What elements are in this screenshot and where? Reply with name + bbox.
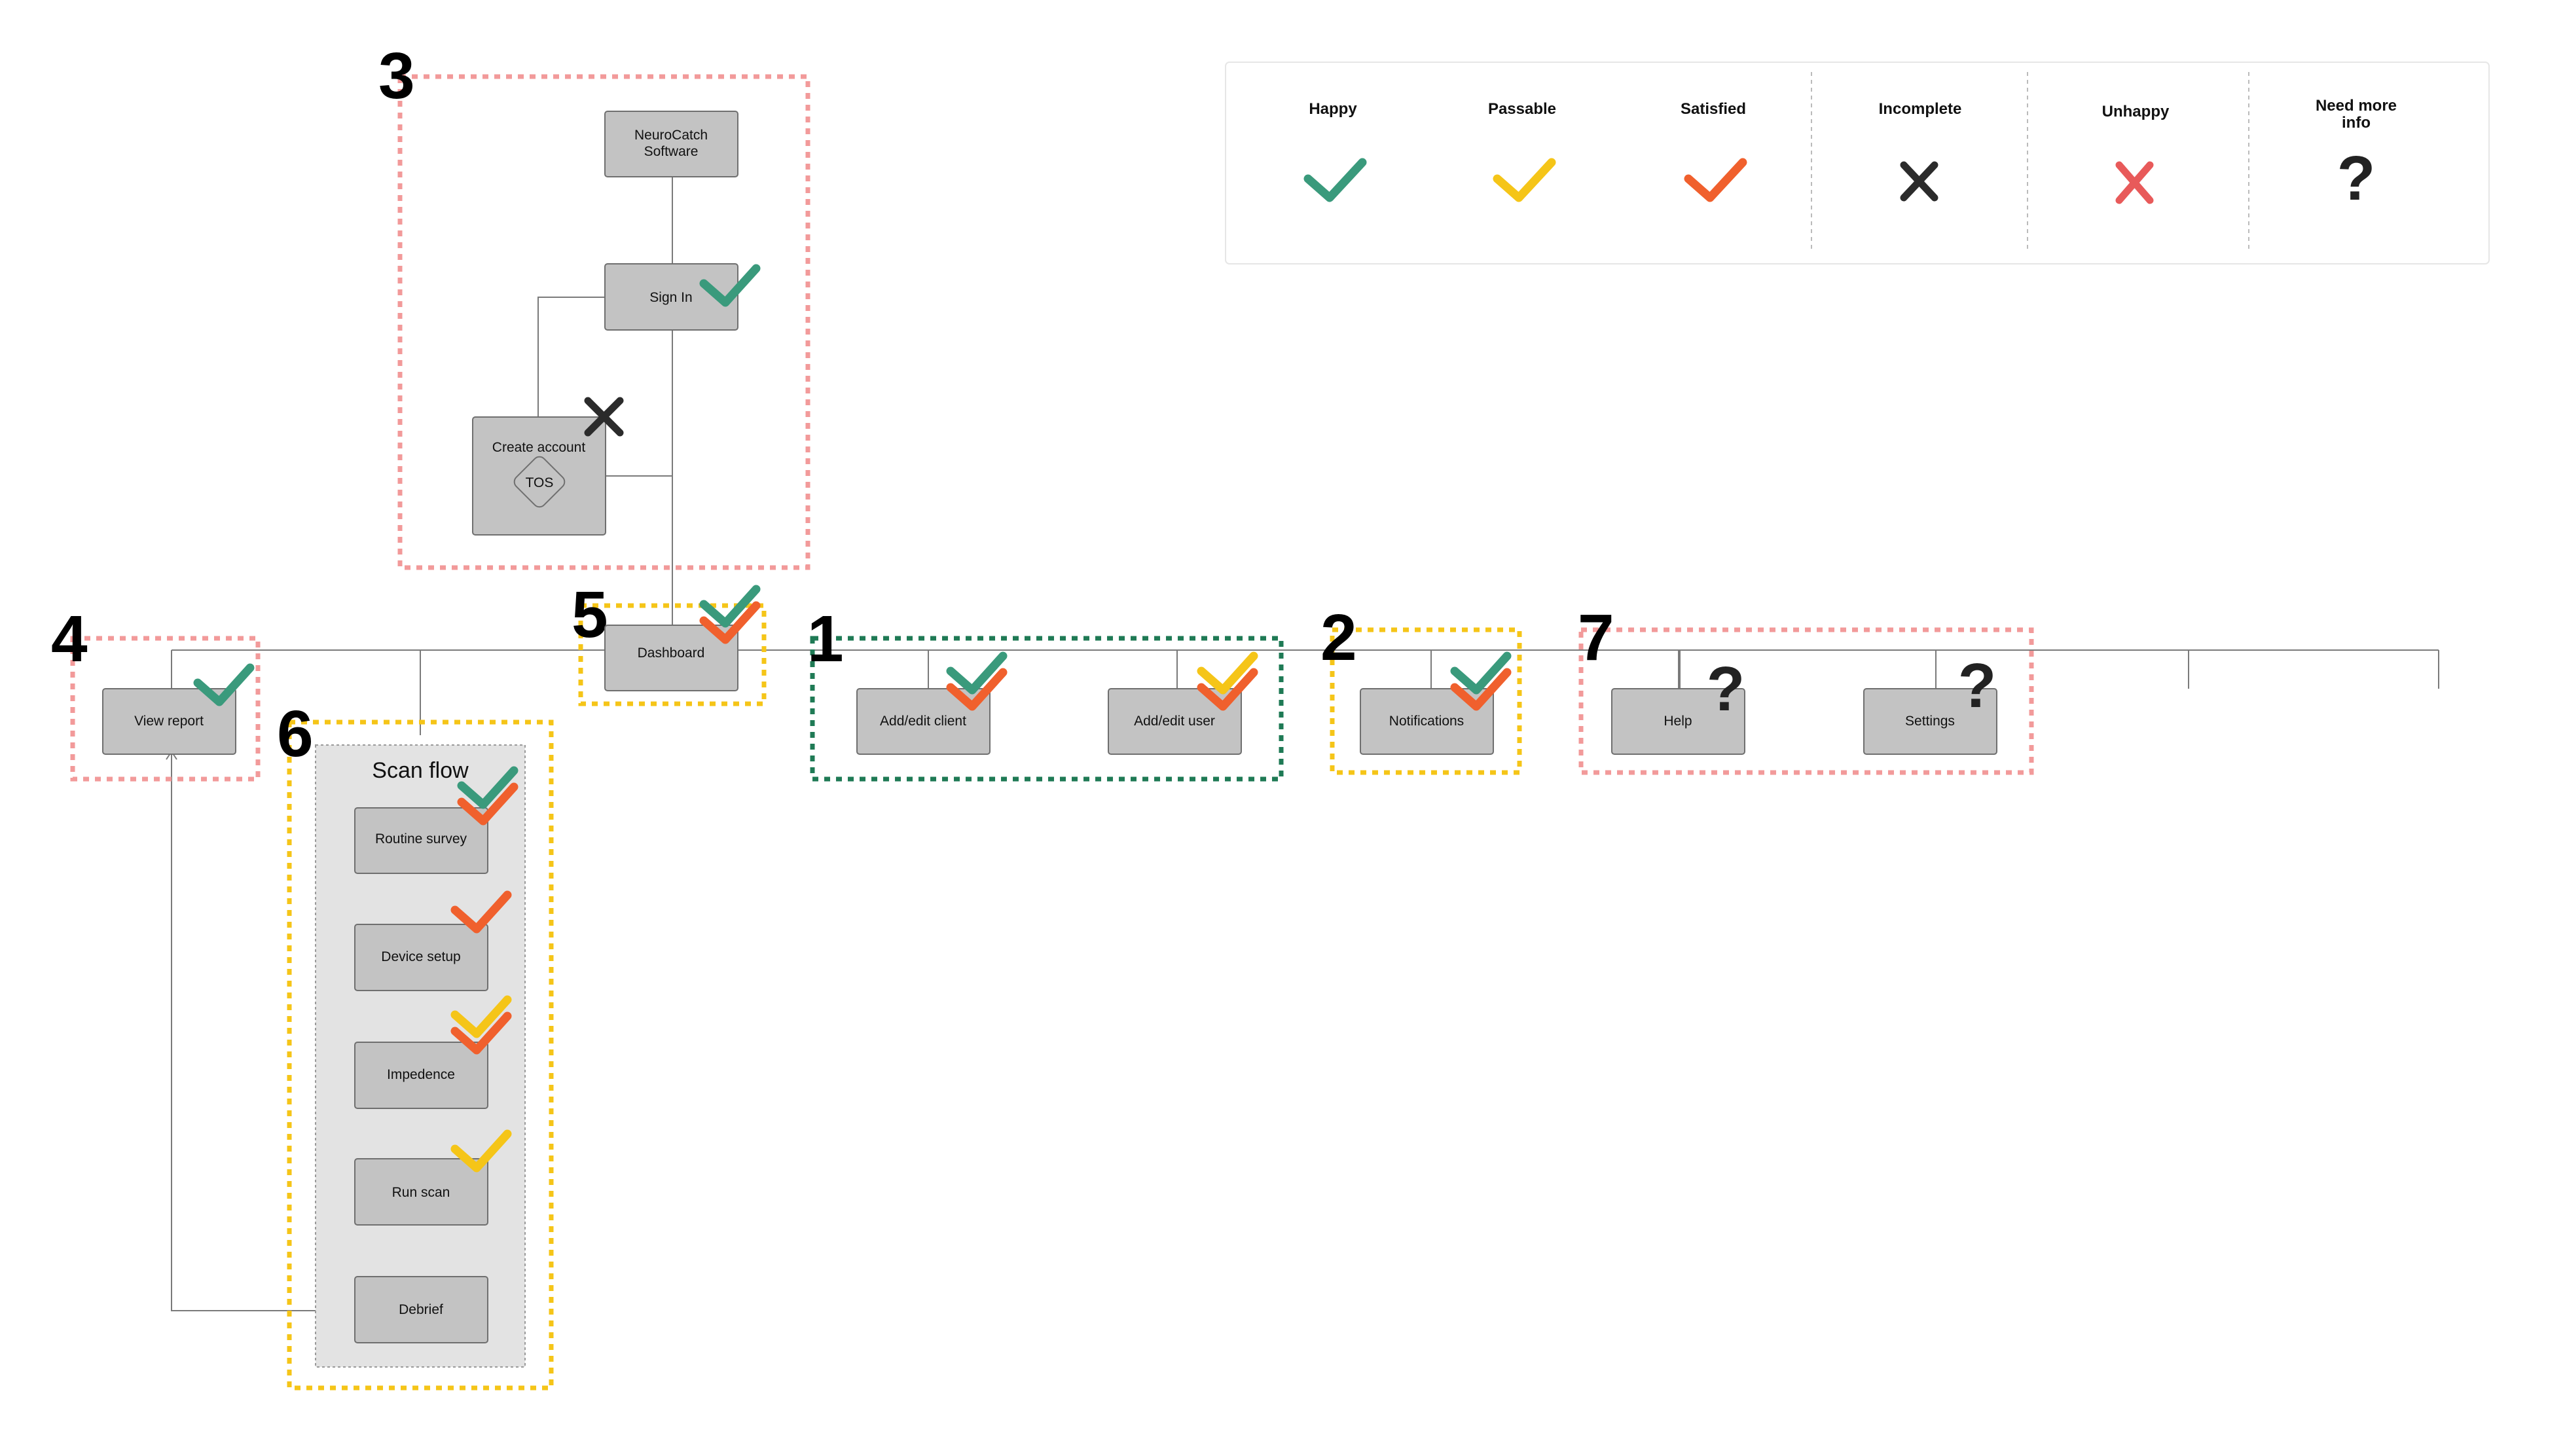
legend: Happy Passable Satisfied Incomplete Unha…: [1225, 62, 2490, 264]
node-label: Debrief: [399, 1302, 443, 1317]
node-debrief[interactable]: Debrief: [354, 1276, 488, 1343]
user-flow-diagram: Happy Passable Satisfied Incomplete Unha…: [51, 39, 2490, 1391]
rating-need-more-info-icon: ?: [1707, 654, 1745, 724]
node-label: Add/edit user: [1134, 714, 1215, 729]
group-number-4: 4: [51, 602, 88, 676]
node-run-scan[interactable]: Run scan: [354, 1158, 488, 1226]
node-label: NeuroCatch: [634, 128, 708, 143]
node-add-edit-client[interactable]: Add/edit client: [856, 688, 991, 755]
rating-need-more-info-icon: ?: [1958, 651, 1997, 721]
group-number-5: 5: [572, 578, 608, 651]
legend-label-unhappy: Unhappy: [2102, 103, 2170, 120]
node-label: Routine survey: [375, 831, 467, 846]
node-label: Dashboard: [638, 646, 705, 661]
node-label: Help: [1664, 714, 1692, 729]
legend-label-satisfied: Satisfied: [1681, 100, 1746, 118]
node-label: Software: [644, 144, 699, 159]
node-label: Notifications: [1389, 714, 1464, 729]
group-number-7: 7: [1578, 601, 1614, 674]
group-number-6: 6: [277, 697, 314, 771]
legend-label-happy: Happy: [1309, 100, 1357, 118]
legend-panel: [1225, 62, 2490, 264]
node-label: Create account: [492, 440, 586, 455]
node-routine-survey[interactable]: Routine survey: [354, 807, 488, 874]
node-label: View report: [134, 714, 204, 729]
scan-flow-title: Scan flow: [372, 758, 469, 783]
group-number-2: 2: [1320, 601, 1357, 674]
legend-label-passable: Passable: [1488, 100, 1556, 118]
node-impedence[interactable]: Impedence: [354, 1042, 488, 1109]
node-add-edit-user[interactable]: Add/edit user: [1108, 688, 1242, 755]
group-number-1: 1: [807, 602, 844, 676]
node-device-setup[interactable]: Device setup: [354, 924, 488, 991]
node-label: Device setup: [381, 949, 460, 964]
legend-label-incomplete: Incomplete: [1879, 100, 1962, 118]
tos-label: TOS: [526, 475, 554, 490]
legend-label-need-more-info-2: info: [2342, 114, 2371, 132]
group-number-3: 3: [378, 39, 415, 113]
legend-label-need-more-info: Need more: [2316, 97, 2397, 115]
node-label: Impedence: [387, 1067, 455, 1082]
node-label: Settings: [1905, 714, 1955, 729]
node-neurocatch-software[interactable]: NeuroCatch Software: [604, 111, 738, 177]
node-label: Add/edit client: [880, 714, 966, 729]
legend-question-mark-icon: ?: [2337, 143, 2376, 213]
node-label: Sign In: [649, 290, 692, 305]
node-label: Run scan: [392, 1185, 450, 1200]
